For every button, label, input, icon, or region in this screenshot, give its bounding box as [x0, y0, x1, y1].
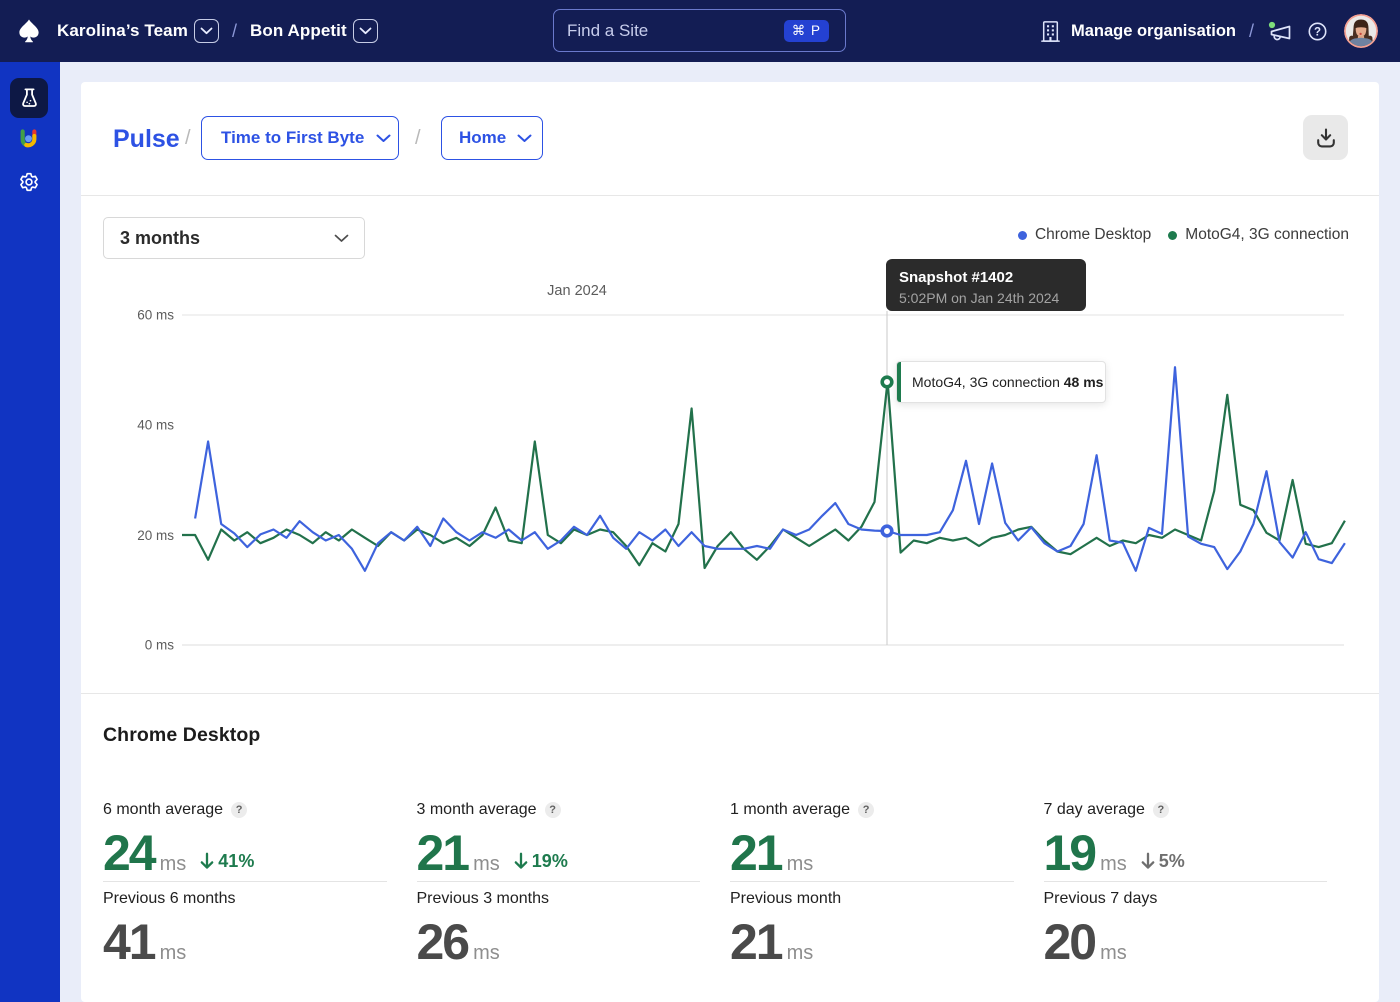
svg-text:20 ms: 20 ms: [137, 528, 174, 543]
svg-text:0 ms: 0 ms: [145, 638, 175, 653]
svg-text:60 ms: 60 ms: [137, 308, 174, 323]
svg-text:?: ?: [1314, 26, 1321, 38]
svg-text:Jan 2024: Jan 2024: [547, 283, 607, 299]
svg-text:40 ms: 40 ms: [137, 418, 174, 433]
